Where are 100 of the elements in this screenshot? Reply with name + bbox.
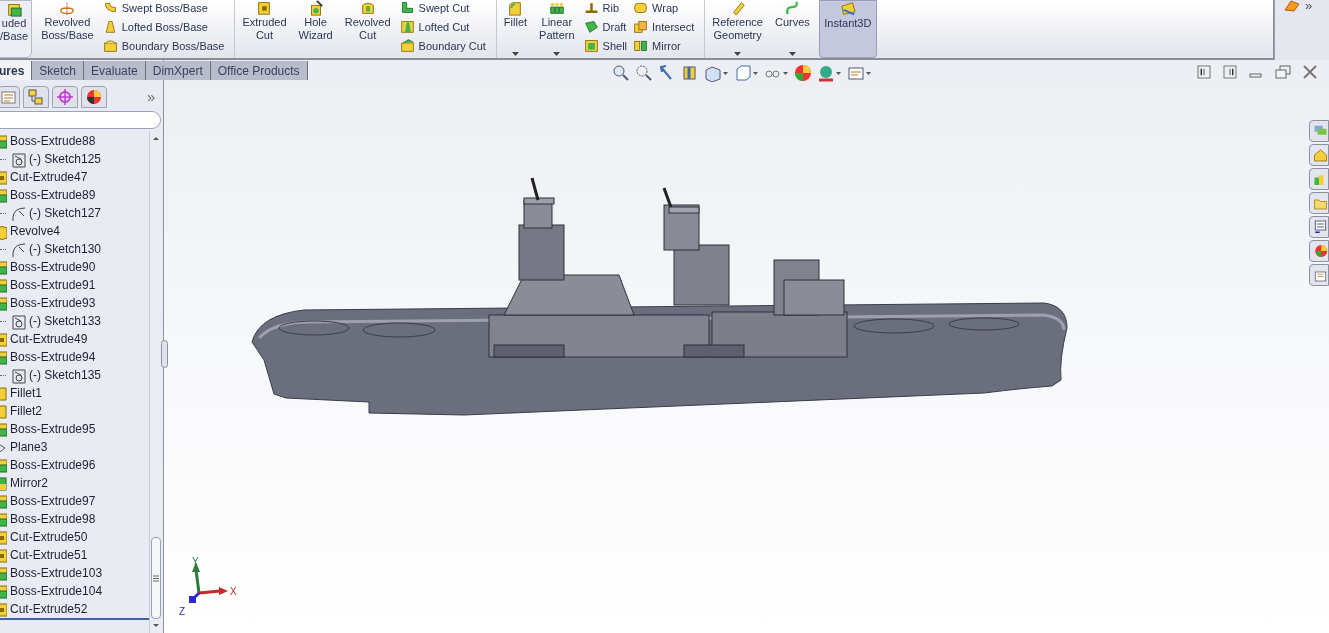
sweep-icon: [102, 0, 118, 15]
crosshair-icon: [57, 89, 73, 105]
zoom-to-fit-icon[interactable]: [612, 64, 630, 82]
display-style-icon[interactable]: [734, 64, 759, 82]
boss-extrude-icon: [0, 348, 7, 366]
tool-button[interactable]: Swept Boss/Base: [102, 0, 225, 15]
display-manager-tab[interactable]: [81, 86, 107, 108]
expand-button[interactable]: »: [147, 86, 155, 108]
tool-button[interactable]: Extruded Cut: [239, 0, 290, 58]
flag-icon[interactable]: [1283, 0, 1301, 12]
tool-button[interactable]: Lofted Cut: [399, 19, 486, 34]
tool-button[interactable]: Fillet: [500, 0, 531, 58]
tool-button[interactable]: Shell: [583, 38, 628, 53]
section-view-icon[interactable]: [681, 64, 699, 82]
task-pane-tab[interactable]: [1309, 144, 1329, 166]
task-pane-tab[interactable]: [1309, 216, 1329, 238]
overflow-button[interactable]: »: [1305, 0, 1313, 12]
close-icon[interactable]: [1303, 65, 1317, 79]
tree-item[interactable]: Boss-Extrude95: [10, 420, 96, 438]
mirror-icon: [0, 474, 7, 492]
tree-item[interactable]: Boss-Extrude98: [10, 510, 96, 528]
tree-item[interactable]: Boss-Extrude89: [10, 186, 96, 204]
tool-button[interactable]: Revolved Cut: [341, 0, 394, 58]
tool-button[interactable]: Revolved Boss/Base: [38, 0, 97, 58]
tree-item[interactable]: Cut-Extrude49: [10, 330, 88, 348]
tool-button[interactable]: Boundary Cut: [399, 38, 486, 53]
tool-button[interactable]: Draft: [583, 19, 628, 34]
tool-button[interactable]: Reference Geometry: [709, 0, 766, 58]
task-pane-tab[interactable]: [1309, 264, 1329, 286]
lofted-cut-icon: [399, 19, 415, 34]
tool-button[interactable]: Curves: [772, 0, 813, 58]
tree-item[interactable]: Plane3: [10, 438, 48, 456]
tree-item[interactable]: Revolve4: [10, 222, 61, 240]
tool-button[interactable]: Lofted Boss/Base: [102, 19, 225, 34]
tree-item[interactable]: Boss-Extrude90: [10, 258, 96, 276]
boundary-cut-icon: [399, 38, 415, 53]
task-pane-tab[interactable]: [1309, 192, 1329, 214]
task-pane-tab[interactable]: [1309, 240, 1329, 262]
sketch-icon: [9, 150, 26, 168]
tree-item[interactable]: (-) Sketch127: [29, 204, 102, 222]
extruded-cut-icon: [256, 0, 273, 16]
tree-item[interactable]: (-) Sketch130: [29, 240, 102, 258]
scrollbar[interactable]: [149, 131, 162, 633]
tab[interactable]: Evaluate: [84, 61, 146, 80]
y-axis-label: Y: [192, 556, 199, 567]
tree-item[interactable]: Cut-Extrude51: [10, 546, 88, 564]
tab[interactable]: Office Products: [210, 61, 308, 80]
tree-item[interactable]: Cut-Extrude47: [10, 168, 88, 186]
tile-left-icon[interactable]: [1197, 65, 1211, 79]
revolved-cut-icon: [359, 0, 376, 16]
tab[interactable]: Sketch: [32, 61, 85, 80]
task-pane-tab[interactable]: [1309, 168, 1329, 190]
scrollbar-thumb[interactable]: [151, 537, 161, 619]
scene-icon[interactable]: [817, 64, 842, 82]
view-orientation-icon[interactable]: [704, 64, 729, 82]
tab[interactable]: DimXpert: [145, 61, 211, 80]
tool-button[interactable]: Rib: [583, 0, 628, 15]
configuration-manager-tab[interactable]: [23, 86, 49, 108]
appearance-icon[interactable]: [794, 64, 812, 82]
view-settings-icon[interactable]: [847, 64, 872, 82]
zoom-area-icon[interactable]: [635, 64, 653, 82]
caret-icon: [788, 52, 796, 56]
restore-icon[interactable]: [1275, 65, 1291, 79]
tree-item[interactable]: Boss-Extrude88: [10, 132, 96, 150]
tile-right-icon[interactable]: [1223, 65, 1237, 79]
property-manager-tab[interactable]: [0, 86, 20, 108]
view-palette-icon: [1313, 218, 1328, 236]
tree-item[interactable]: Cut-Extrude50: [10, 528, 88, 546]
tool-button[interactable]: Mirror: [633, 38, 695, 53]
tree-item[interactable]: Boss-Extrude103: [10, 564, 103, 582]
tree-item[interactable]: (-) Sketch135: [29, 366, 102, 384]
tool-button[interactable]: Intersect: [633, 19, 695, 34]
tool-button[interactable]: Wrap: [633, 0, 695, 15]
tree-item[interactable]: Boss-Extrude94: [10, 348, 96, 366]
task-pane-tab[interactable]: [1309, 120, 1329, 142]
filter-field[interactable]: [0, 111, 161, 129]
tree-item[interactable]: Cut-Extrude52: [10, 600, 88, 618]
tool-button[interactable]: Swept Cut: [399, 0, 486, 15]
tool-button[interactable]: Hole Wizard: [295, 0, 336, 58]
tree-item[interactable]: Fillet2: [10, 402, 42, 420]
tool-button[interactable]: Boundary Boss/Base: [102, 38, 225, 53]
tree-item[interactable]: Boss-Extrude97: [10, 492, 96, 510]
tool-button[interactable]: uded /Base: [0, 0, 33, 58]
tree-item[interactable]: Fillet1: [10, 384, 42, 402]
tool-button[interactable]: Linear Pattern: [536, 0, 578, 58]
tree-item[interactable]: Boss-Extrude96: [10, 456, 96, 474]
tree-item[interactable]: (-) Sketch125: [29, 150, 102, 168]
tree-item[interactable]: Mirror2: [10, 474, 48, 492]
tree-item[interactable]: Boss-Extrude93: [10, 294, 96, 312]
panel-splitter[interactable]: [161, 340, 168, 368]
tool-button[interactable]: Instant3D: [818, 0, 877, 58]
boss-extrude-icon: [0, 132, 7, 150]
cut-extrude-icon: [0, 330, 7, 348]
sketch-icon: [9, 240, 26, 258]
tab[interactable]: ures: [0, 61, 33, 80]
appearances-icon: [1313, 242, 1328, 260]
tree-item[interactable]: (-) Sketch133: [29, 312, 102, 330]
intersect-icon: [633, 19, 649, 34]
tree-item[interactable]: Boss-Extrude104: [10, 582, 103, 600]
tree-item[interactable]: Boss-Extrude91: [10, 276, 96, 294]
